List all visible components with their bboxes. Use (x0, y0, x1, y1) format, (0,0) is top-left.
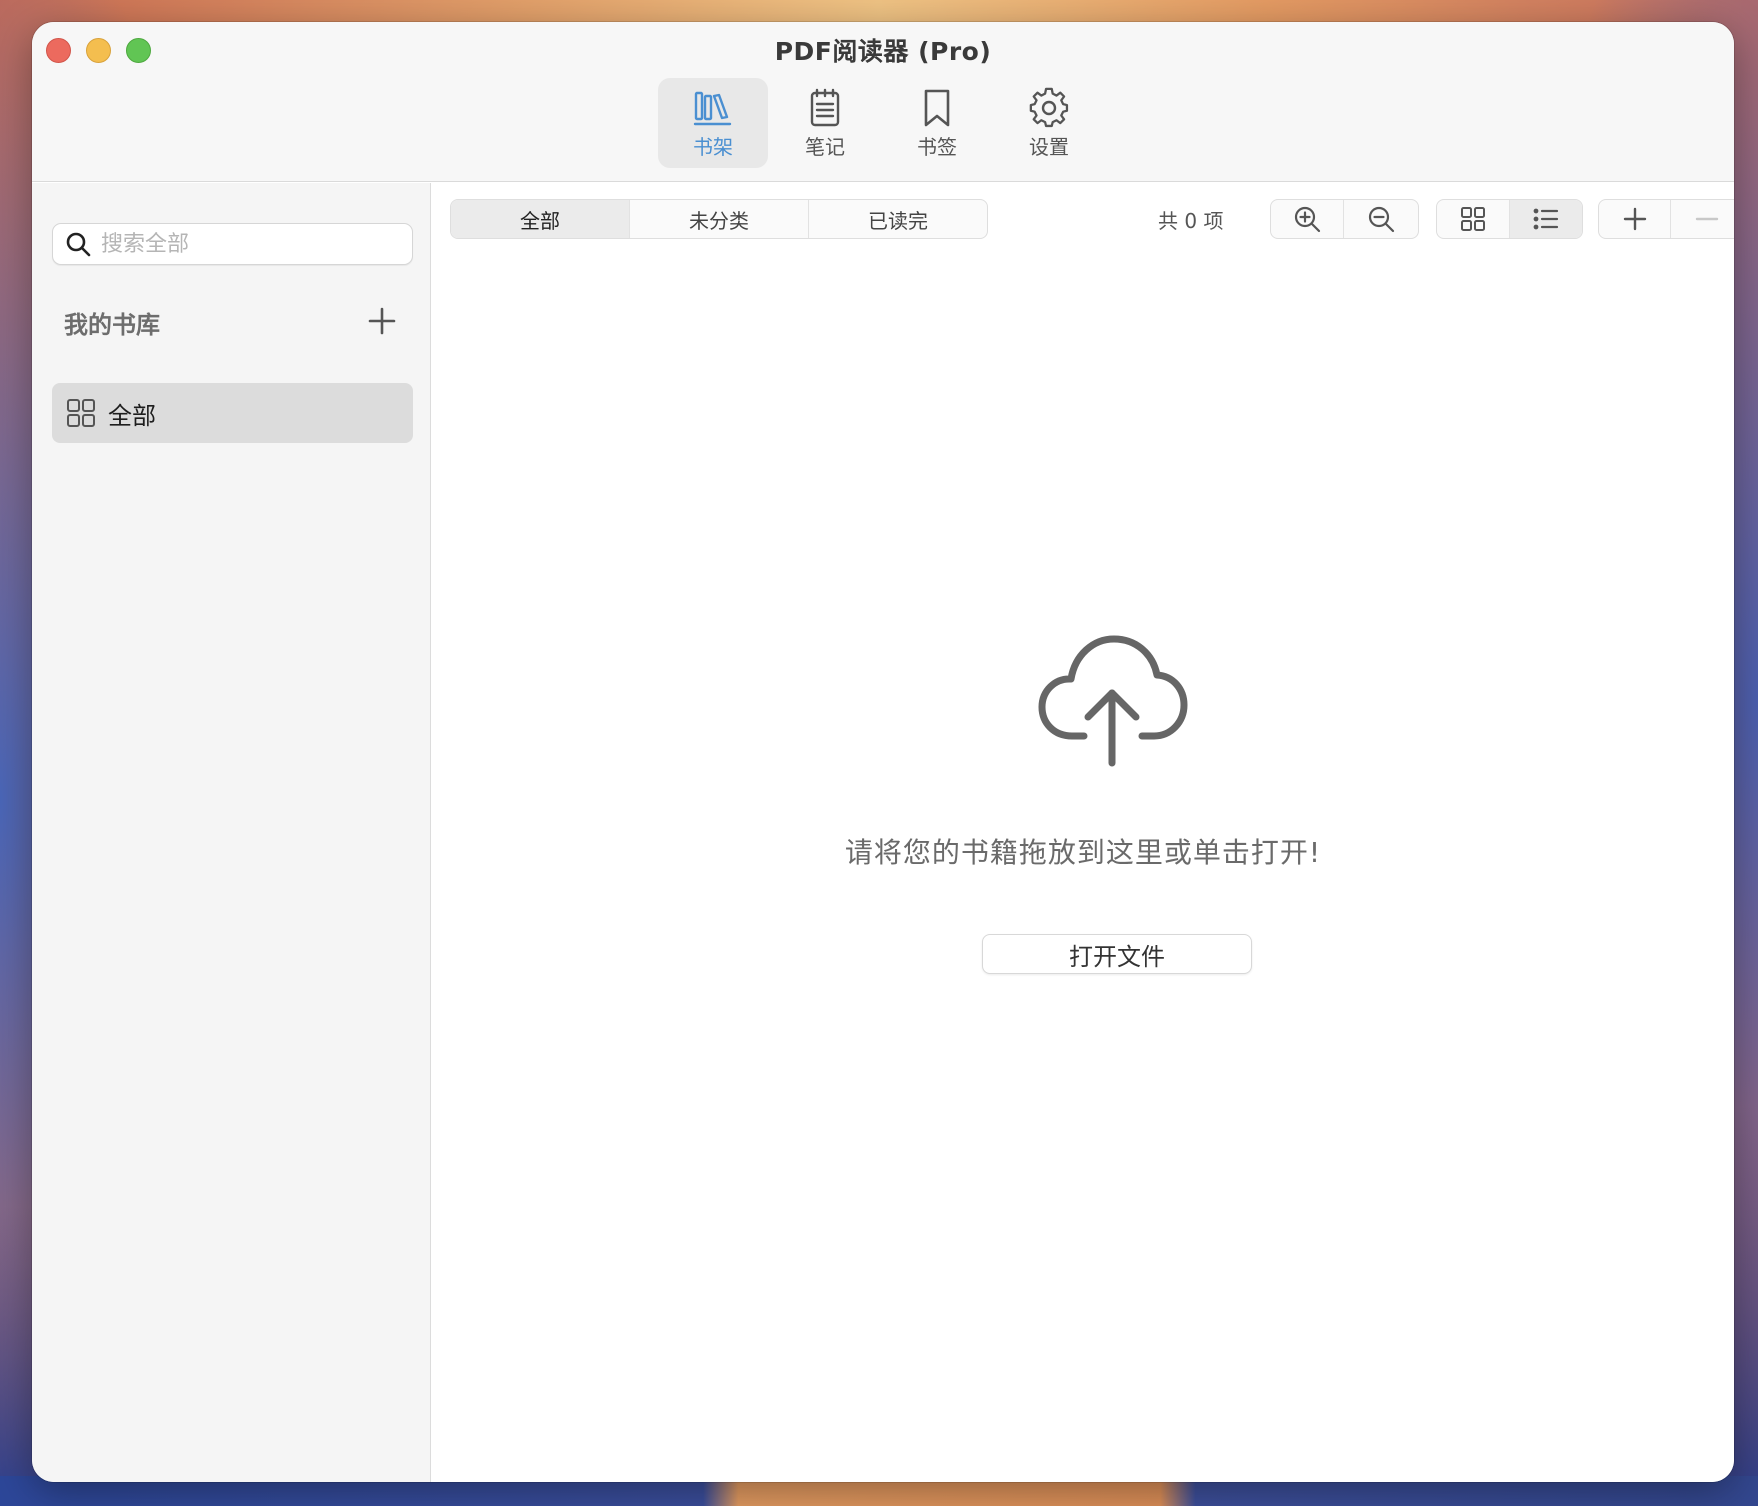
zoom-controls (1270, 199, 1419, 239)
bookshelf-icon (693, 91, 732, 125)
plus-icon (1623, 207, 1646, 231)
tab-notes-label: 笔记 (805, 134, 845, 159)
list-view-button[interactable] (1509, 200, 1582, 238)
search-icon (66, 232, 91, 257)
cloud-upload-icon (1038, 635, 1188, 767)
tab-settings[interactable]: 设置 (994, 78, 1104, 168)
main-content: 全部 未分类 已读完 共 0 项 请将您的书籍拖放到这里或单击打开! 打开文件 (432, 183, 1734, 1482)
tab-bookmarks-label: 书签 (917, 134, 957, 159)
toolbar-tabs: 书架 笔记 书签 设置 (658, 78, 1104, 168)
open-file-button[interactable]: 打开文件 (982, 934, 1252, 974)
grid-icon (67, 399, 95, 427)
sidebar-item-label: 全部 (108, 401, 156, 430)
tab-settings-label: 设置 (1029, 134, 1069, 159)
sidebar: 我的书库 全部 (32, 183, 431, 1482)
gear-icon (1029, 87, 1069, 127)
tab-notes[interactable]: 笔记 (770, 78, 880, 168)
add-book-button[interactable] (1599, 200, 1671, 238)
item-count: 共 0 项 (1158, 209, 1224, 233)
minus-icon (1695, 217, 1719, 221)
filter-uncategorized[interactable]: 未分类 (630, 200, 809, 238)
grid-view-icon (1460, 207, 1485, 231)
search-box (52, 223, 413, 265)
add-remove-controls (1598, 199, 1734, 239)
zoom-in-icon (1294, 206, 1321, 233)
filter-finished[interactable]: 已读完 (809, 200, 987, 238)
bookmark-icon (924, 89, 950, 126)
filter-all[interactable]: 全部 (451, 200, 630, 238)
list-view-icon (1533, 208, 1558, 230)
library-section-title: 我的书库 (64, 311, 160, 339)
sidebar-item-all[interactable]: 全部 (52, 383, 413, 443)
app-window: PDF阅读器 (Pro) 书架 笔记 书签 设置 搜索全部 我的书库 全部 全部… (32, 22, 1734, 1482)
plus-icon (368, 307, 396, 335)
empty-state-message: 请将您的书籍拖放到这里或单击打开! (844, 836, 1322, 869)
title-bar: PDF阅读器 (Pro) 书架 笔记 书签 设置 (32, 22, 1734, 182)
notes-icon (810, 88, 840, 126)
zoom-out-button[interactable] (1344, 200, 1417, 238)
view-mode-controls (1436, 199, 1583, 239)
window-title: PDF阅读器 (Pro) (774, 37, 992, 66)
tab-bookshelf-label: 书架 (693, 134, 733, 159)
add-library-button[interactable] (364, 303, 400, 339)
filter-segmented-control: 全部 未分类 已读完 (450, 199, 988, 239)
grid-view-button[interactable] (1437, 200, 1510, 238)
remove-book-button[interactable] (1671, 200, 1734, 238)
tab-bookshelf[interactable]: 书架 (658, 78, 768, 168)
zoom-out-icon (1368, 206, 1394, 233)
search-input[interactable] (101, 231, 381, 257)
zoom-in-button[interactable] (1271, 200, 1344, 238)
tab-bookmarks[interactable]: 书签 (882, 78, 992, 168)
